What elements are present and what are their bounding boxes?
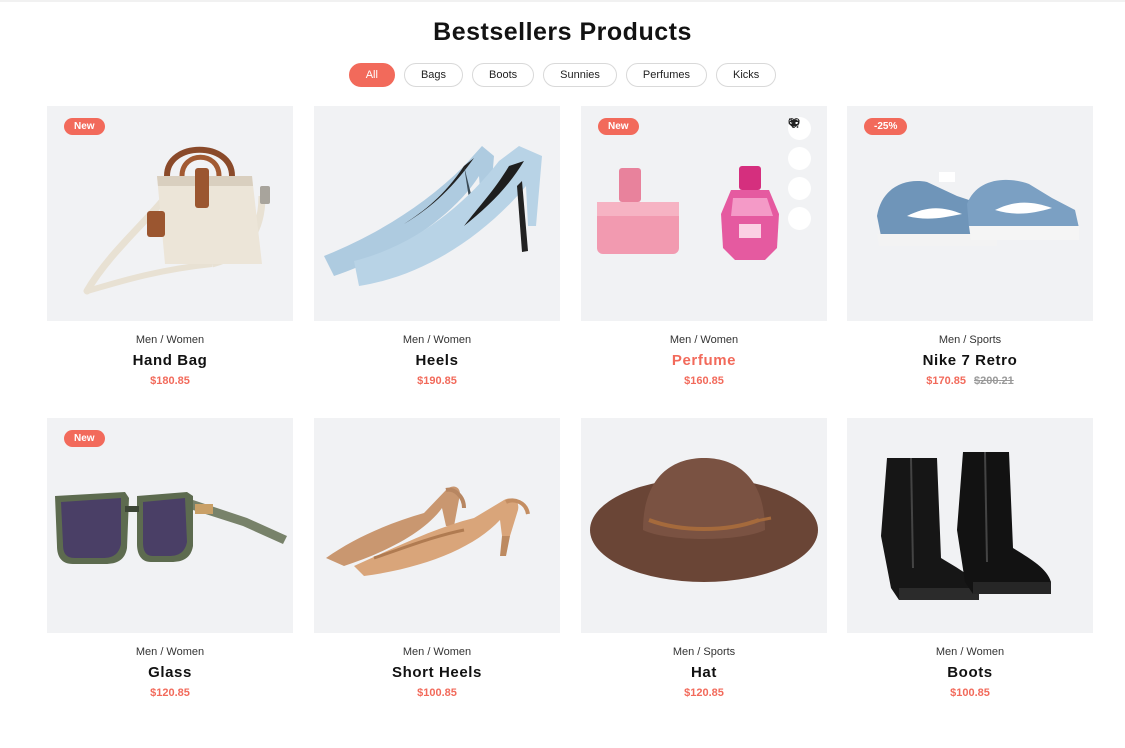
product-price: $100.85 xyxy=(314,687,560,701)
product-card-boots[interactable]: Men / Women Boots $100.85 xyxy=(847,418,1093,701)
product-card-glass[interactable]: New Men / Women Glass $120.85 xyxy=(47,418,293,701)
filter-bags[interactable]: Bags xyxy=(403,63,464,87)
badge-new: New xyxy=(64,118,105,135)
wishlist-button[interactable] xyxy=(788,118,811,170)
top-divider xyxy=(0,0,1125,2)
filter-kicks[interactable]: Kicks xyxy=(716,63,777,87)
current-price: $120.85 xyxy=(150,687,190,699)
product-card-perfume[interactable]: New Men / Women Perfume $160.85 xyxy=(581,106,827,389)
handbag-image xyxy=(83,146,270,295)
product-price: $190.85 xyxy=(314,375,560,389)
product-category: Men / Women xyxy=(669,334,739,346)
product-category: Men / Women xyxy=(402,646,472,658)
product-name[interactable]: Perfume xyxy=(581,352,827,372)
product-image-frame[interactable] xyxy=(581,418,827,633)
sneakers-image xyxy=(877,172,1079,246)
product-image-frame[interactable]: New xyxy=(47,418,293,633)
badge-new: New xyxy=(64,430,105,447)
section-title: Bestsellers Products xyxy=(433,18,692,46)
badge-discount: -25% xyxy=(864,118,908,135)
old-price: $200.21 xyxy=(974,375,1014,387)
current-price: $120.85 xyxy=(684,687,724,699)
current-price: $160.85 xyxy=(684,375,724,387)
current-price: $100.85 xyxy=(950,687,990,699)
product-category: Men / Sports xyxy=(938,334,1002,346)
product-category: Men / Women xyxy=(135,334,205,346)
current-price: $190.85 xyxy=(417,375,457,387)
product-name[interactable]: Heels xyxy=(314,352,560,372)
compare-icon xyxy=(789,119,799,127)
product-price: $120.85 xyxy=(581,687,827,701)
quick-actions xyxy=(788,117,811,230)
product-name[interactable]: Hand Bag xyxy=(47,352,293,372)
product-category: Men / Women xyxy=(135,646,205,658)
product-name[interactable]: Nike 7 Retro xyxy=(847,352,1093,372)
product-card-hat[interactable]: Men / Sports Hat $120.85 xyxy=(581,418,827,701)
product-price: $170.85 $200.21 xyxy=(847,375,1093,389)
sunglasses-image xyxy=(55,492,287,564)
product-card-short-heels[interactable]: Men / Women Short Heels $100.85 xyxy=(314,418,560,701)
product-image-frame[interactable]: New xyxy=(581,106,827,321)
product-card-hand-bag[interactable]: New Men / Women Hand Bag $180.85 xyxy=(47,106,293,389)
product-card-heels[interactable]: Men / Women Heels $190.85 xyxy=(314,106,560,389)
current-price: $180.85 xyxy=(150,375,190,387)
filter-perfumes[interactable]: Perfumes xyxy=(625,63,707,87)
product-image-frame[interactable] xyxy=(314,418,560,633)
filter-all[interactable]: All xyxy=(348,63,395,87)
product-card-nike-7-retro[interactable]: -25% Men / Sports Nike 7 Retro $170.85 $2… xyxy=(847,106,1093,389)
product-image-frame[interactable]: -25% xyxy=(847,106,1093,321)
badge-new: New xyxy=(598,118,639,135)
product-name[interactable]: Short Heels xyxy=(314,664,560,684)
product-image-frame[interactable] xyxy=(847,418,1093,633)
product-price: $180.85 xyxy=(47,375,293,389)
heels-image xyxy=(324,146,542,286)
filter-sunnies[interactable]: Sunnies xyxy=(543,63,617,87)
short-heels-image xyxy=(326,486,530,576)
boots-image xyxy=(881,451,1051,600)
current-price: $170.85 xyxy=(926,375,966,387)
product-image-frame[interactable]: New xyxy=(47,106,293,321)
current-price: $100.85 xyxy=(417,687,457,699)
hat-image xyxy=(590,458,818,582)
product-category: Men / Women xyxy=(935,646,1005,658)
filter-tabs: All Bags Boots Sunnies Perfumes Kicks xyxy=(0,63,1125,87)
product-name[interactable]: Glass xyxy=(47,664,293,684)
product-name[interactable]: Hat xyxy=(581,664,827,684)
product-image-frame[interactable] xyxy=(314,106,560,321)
product-price: $100.85 xyxy=(847,687,1093,701)
product-price: $160.85 xyxy=(581,375,827,389)
compare-button[interactable] xyxy=(788,119,811,230)
product-price: $120.85 xyxy=(47,687,293,701)
filter-boots[interactable]: Boots xyxy=(472,63,535,87)
product-category: Men / Women xyxy=(402,334,472,346)
product-name[interactable]: Boots xyxy=(847,664,1093,684)
product-category: Men / Sports xyxy=(672,646,736,658)
quick-view-button[interactable] xyxy=(788,119,811,200)
